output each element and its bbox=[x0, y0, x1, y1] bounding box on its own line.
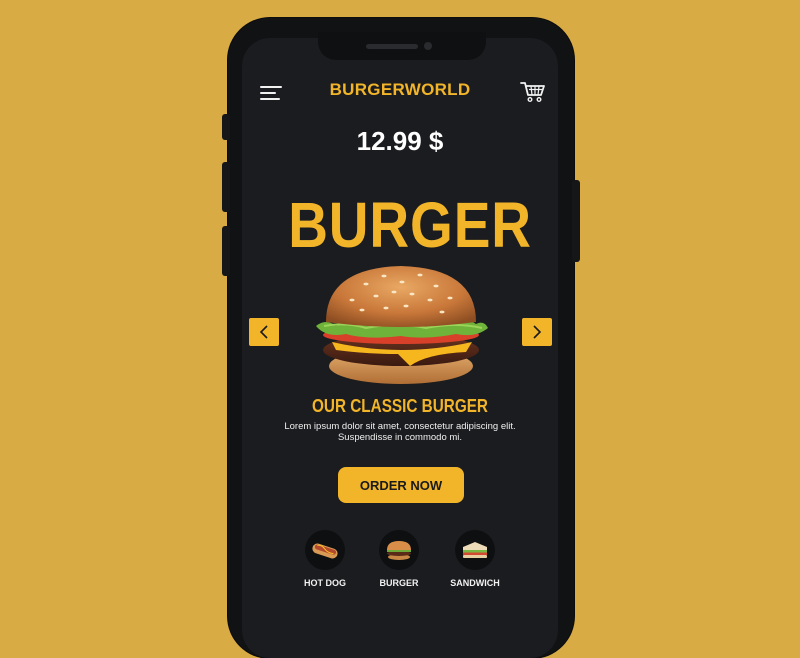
hotdog-icon bbox=[305, 530, 345, 570]
phone-camera bbox=[424, 42, 432, 50]
burger-hero-image bbox=[306, 262, 496, 388]
category-label: BURGER bbox=[379, 578, 419, 588]
product-subtitle: OUR CLASSIC BURGER bbox=[312, 396, 488, 416]
category-burger[interactable]: BURGER bbox=[364, 530, 434, 588]
cart-icon[interactable] bbox=[520, 80, 546, 104]
category-hotdog[interactable]: HOT DOG bbox=[290, 530, 360, 588]
phone-volume-down-button bbox=[222, 226, 230, 276]
phone-power-button bbox=[572, 180, 580, 262]
category-label: SANDWICH bbox=[450, 578, 500, 588]
product-description: Lorem ipsum dolor sit amet, consectetur … bbox=[284, 421, 516, 443]
prev-button[interactable] bbox=[249, 318, 279, 346]
product-title: BURGER bbox=[288, 189, 532, 261]
chevron-right-icon bbox=[533, 325, 542, 339]
burger-icon bbox=[379, 530, 419, 570]
category-sandwich[interactable]: SANDWICH bbox=[440, 530, 510, 588]
next-button[interactable] bbox=[522, 318, 552, 346]
product-price: 12.99 $ bbox=[356, 126, 444, 156]
hamburger-menu-icon[interactable] bbox=[260, 86, 282, 100]
phone-volume-up-button bbox=[222, 162, 230, 212]
order-now-button[interactable]: ORDER NOW bbox=[338, 467, 464, 503]
chevron-left-icon bbox=[259, 325, 268, 339]
phone-side-button bbox=[222, 114, 230, 140]
brand-title: BURGERWORLD bbox=[329, 80, 471, 99]
category-label: HOT DOG bbox=[304, 578, 346, 588]
phone-speaker bbox=[366, 44, 418, 49]
sandwich-icon bbox=[455, 530, 495, 570]
